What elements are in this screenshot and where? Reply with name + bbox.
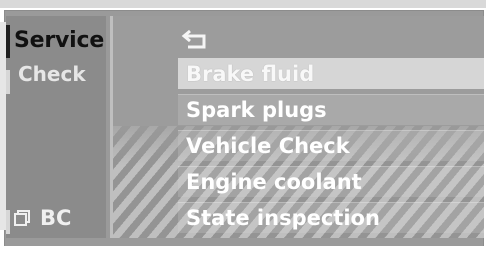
secondary-menu-indicator — [6, 70, 10, 94]
list-item-label: Vehicle Check — [186, 134, 350, 158]
back-arrow-icon[interactable] — [178, 27, 212, 49]
list-item-label: Brake fluid — [186, 61, 315, 86]
bc-button[interactable]: BC — [12, 206, 71, 230]
list-item-brake-fluid[interactable]: Brake fluid — [178, 58, 484, 89]
list-item-state-inspection[interactable]: State inspection — [178, 202, 484, 233]
service-list: Brake fluid Spark plugs Vehicle Check En… — [178, 58, 484, 238]
menu-title[interactable]: Service — [14, 28, 104, 53]
list-item-label: State inspection — [186, 206, 380, 230]
list-item-spark-plugs[interactable]: Spark plugs — [178, 94, 484, 125]
list-item-vehicle-check[interactable]: Vehicle Check — [178, 130, 484, 161]
list-item-label: Spark plugs — [186, 98, 327, 122]
screen-top-frame — [0, 0, 486, 8]
menu-subtitle[interactable]: Check — [18, 62, 86, 86]
list-item-engine-coolant[interactable]: Engine coolant — [178, 166, 484, 197]
bottom-frame — [0, 246, 486, 260]
list-item-label: Engine coolant — [186, 170, 362, 194]
active-menu-indicator — [6, 25, 10, 58]
bottom-menu-indicator — [6, 210, 10, 234]
bc-copy-icon — [14, 210, 30, 226]
bc-label: BC — [40, 206, 72, 230]
